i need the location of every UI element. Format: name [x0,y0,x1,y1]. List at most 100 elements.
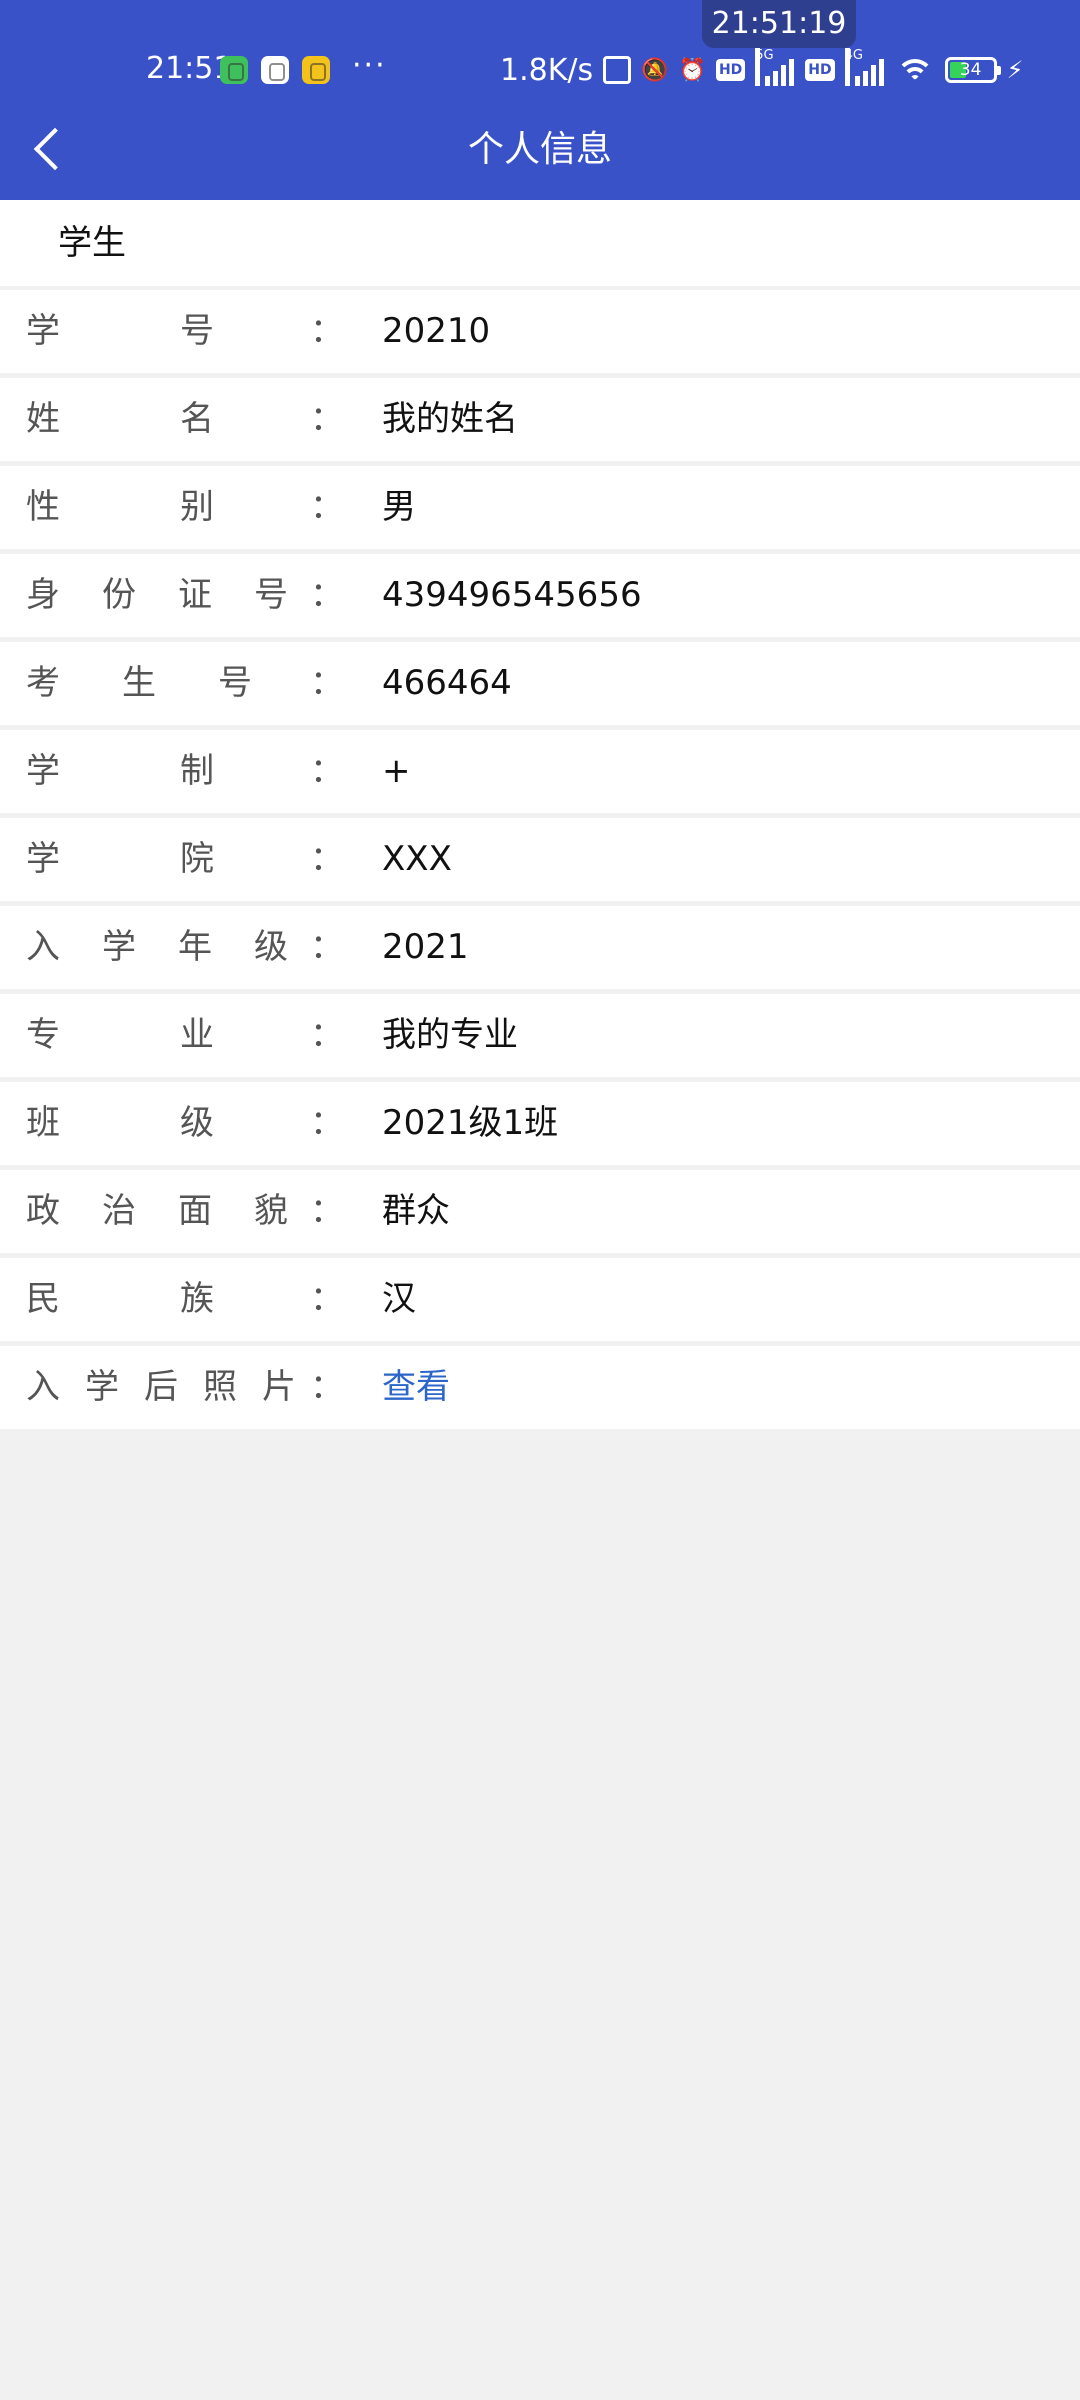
row-value: 466464 [382,663,512,703]
row-label: 学院 [26,818,214,901]
info-row: 学号： 20210 [0,290,1080,373]
row-label-char: 考 [26,663,60,703]
row-label-char: 学 [26,751,60,791]
hd-icon-2: HD [805,59,835,81]
row-label-char: 身 [26,575,60,615]
back-button[interactable] [20,120,80,180]
row-label: 身份证号 [26,554,288,637]
row-value: 2021级1班 [382,1103,559,1143]
section-title: 学生 [0,200,1080,286]
row-label-char: 政 [26,1191,60,1231]
signal-5g-icon: 5G [755,48,795,86]
row-label: 考生号 [26,642,252,725]
net-speed: 1.8K/s [500,52,594,88]
row-label-char: 级 [180,1103,214,1143]
row-label-char: 号 [218,663,252,703]
row-label-char: 学 [102,927,136,967]
clock-pill: 21:51:19 [702,0,856,48]
row-colon: ： [310,751,344,791]
hd-icon: HD [715,59,746,81]
row-colon: ： [310,839,344,879]
view-photo-link[interactable]: 查看 [382,1346,450,1429]
row-label-char: 面 [178,1191,212,1231]
charging-icon: ⚡ [1006,56,1024,84]
nav-bar: 个人信息 [0,100,1080,200]
row-label: 政治面貌 [26,1170,288,1253]
row-label-char: 片 [262,1367,296,1407]
row-label-char: 貌 [254,1191,288,1231]
mute-bell-icon: 🔕 [641,57,669,83]
status-indicators: 1.8K/s 🔕 ⏰ HD 5G HD 4G 34 ⚡ [500,48,1024,88]
row-label-char: 份 [102,575,136,615]
row-colon: ： [310,311,344,351]
row-label-char: 姓 [26,399,60,439]
row-label-char: 年 [178,927,212,967]
row-label-char: 学 [26,839,60,879]
row-label: 入学年级 [26,906,288,989]
row-label-char: 学 [85,1367,119,1407]
row-value: 2021 [382,927,469,967]
row-colon: ： [310,487,344,527]
row-colon: ： [310,1279,344,1319]
battery-icon: 34 [944,57,1001,83]
nfc-icon [603,56,632,84]
info-row: 考 生 号 ： 466464 [0,642,1080,725]
row-value: 我的姓名 [382,399,518,439]
page-title: 个人信息 [467,129,612,170]
row-colon: ： [310,1103,344,1143]
info-row: 政 治 面 貌 ： 群众 [0,1170,1080,1253]
row-label-char: 号 [180,311,214,351]
row-label-char: 照 [203,1367,237,1407]
row-label: 姓名 [26,378,214,461]
row-label: 性别 [26,466,214,549]
qq-notification-icon [261,56,289,84]
row-label-char: 专 [26,1015,60,1055]
row-value: + [382,751,411,791]
row-label: 班级 [26,1082,214,1165]
row-label: 学号 [26,290,214,373]
info-row: 学制： + [0,730,1080,813]
info-row: 班级 ： 2021级1班 [0,1082,1080,1165]
row-label: 专业 [26,994,214,1077]
row-label-char: 证 [178,575,212,615]
row-label-char: 名 [180,399,214,439]
info-row: 身 份 证 号 ： 439496545656 [0,554,1080,637]
row-label-char: 治 [102,1191,136,1231]
row-label-char: 入 [26,927,60,967]
row-label: 民族 [26,1258,214,1341]
row-label-char: 业 [180,1015,214,1055]
row-label-char: 号 [254,575,288,615]
info-row: 入 学 年 级 ： 2021 [0,906,1080,989]
row-label-char: 制 [180,751,214,791]
row-label-char: 入 [26,1367,60,1407]
row-colon: ： [310,1367,344,1407]
row-colon: ： [310,399,344,439]
row-value: 汉 [382,1279,416,1319]
row-colon: ： [310,927,344,967]
row-label: 入学后照片 [26,1346,296,1429]
row-label-char: 别 [180,487,214,527]
info-row: 姓名：我的姓名 [0,378,1080,461]
info-list: 学号： 20210 姓名：我的姓名性别：男身份证号： 439496545656 考生号：… [0,290,1080,1434]
row-value: 我的专业 [382,1015,518,1055]
row-value: 439496545656 [382,575,642,615]
row-colon: ： [310,575,344,615]
row-label-char: 学 [26,311,60,351]
app-header: 21:51:19 21:51 ··· 1.8K/s 🔕 ⏰ HD 5G HD 4… [0,0,1080,200]
row-label-char: 院 [180,839,214,879]
row-label: 学制 [26,730,214,813]
row-label-char: 后 [144,1367,178,1407]
info-row: 专业：我的专业 [0,994,1080,1077]
alarm-icon: ⏰ [678,57,706,83]
info-row: 学院： XXX [0,818,1080,901]
row-value: XXX [382,839,452,879]
wechat-notification-icon [220,56,248,84]
signal-4g-icon: 4G [844,48,885,86]
row-value: 20210 [382,311,491,351]
info-row[interactable]: 入学后照片 ： 查看 [0,1346,1080,1429]
row-label-char: 生 [122,663,156,703]
row-colon: ： [310,1015,344,1055]
row-colon: ： [310,663,344,703]
row-label-char: 性 [26,487,60,527]
status-bar: 21:51:19 21:51 ··· 1.8K/s 🔕 ⏰ HD 5G HD 4… [0,0,1080,100]
